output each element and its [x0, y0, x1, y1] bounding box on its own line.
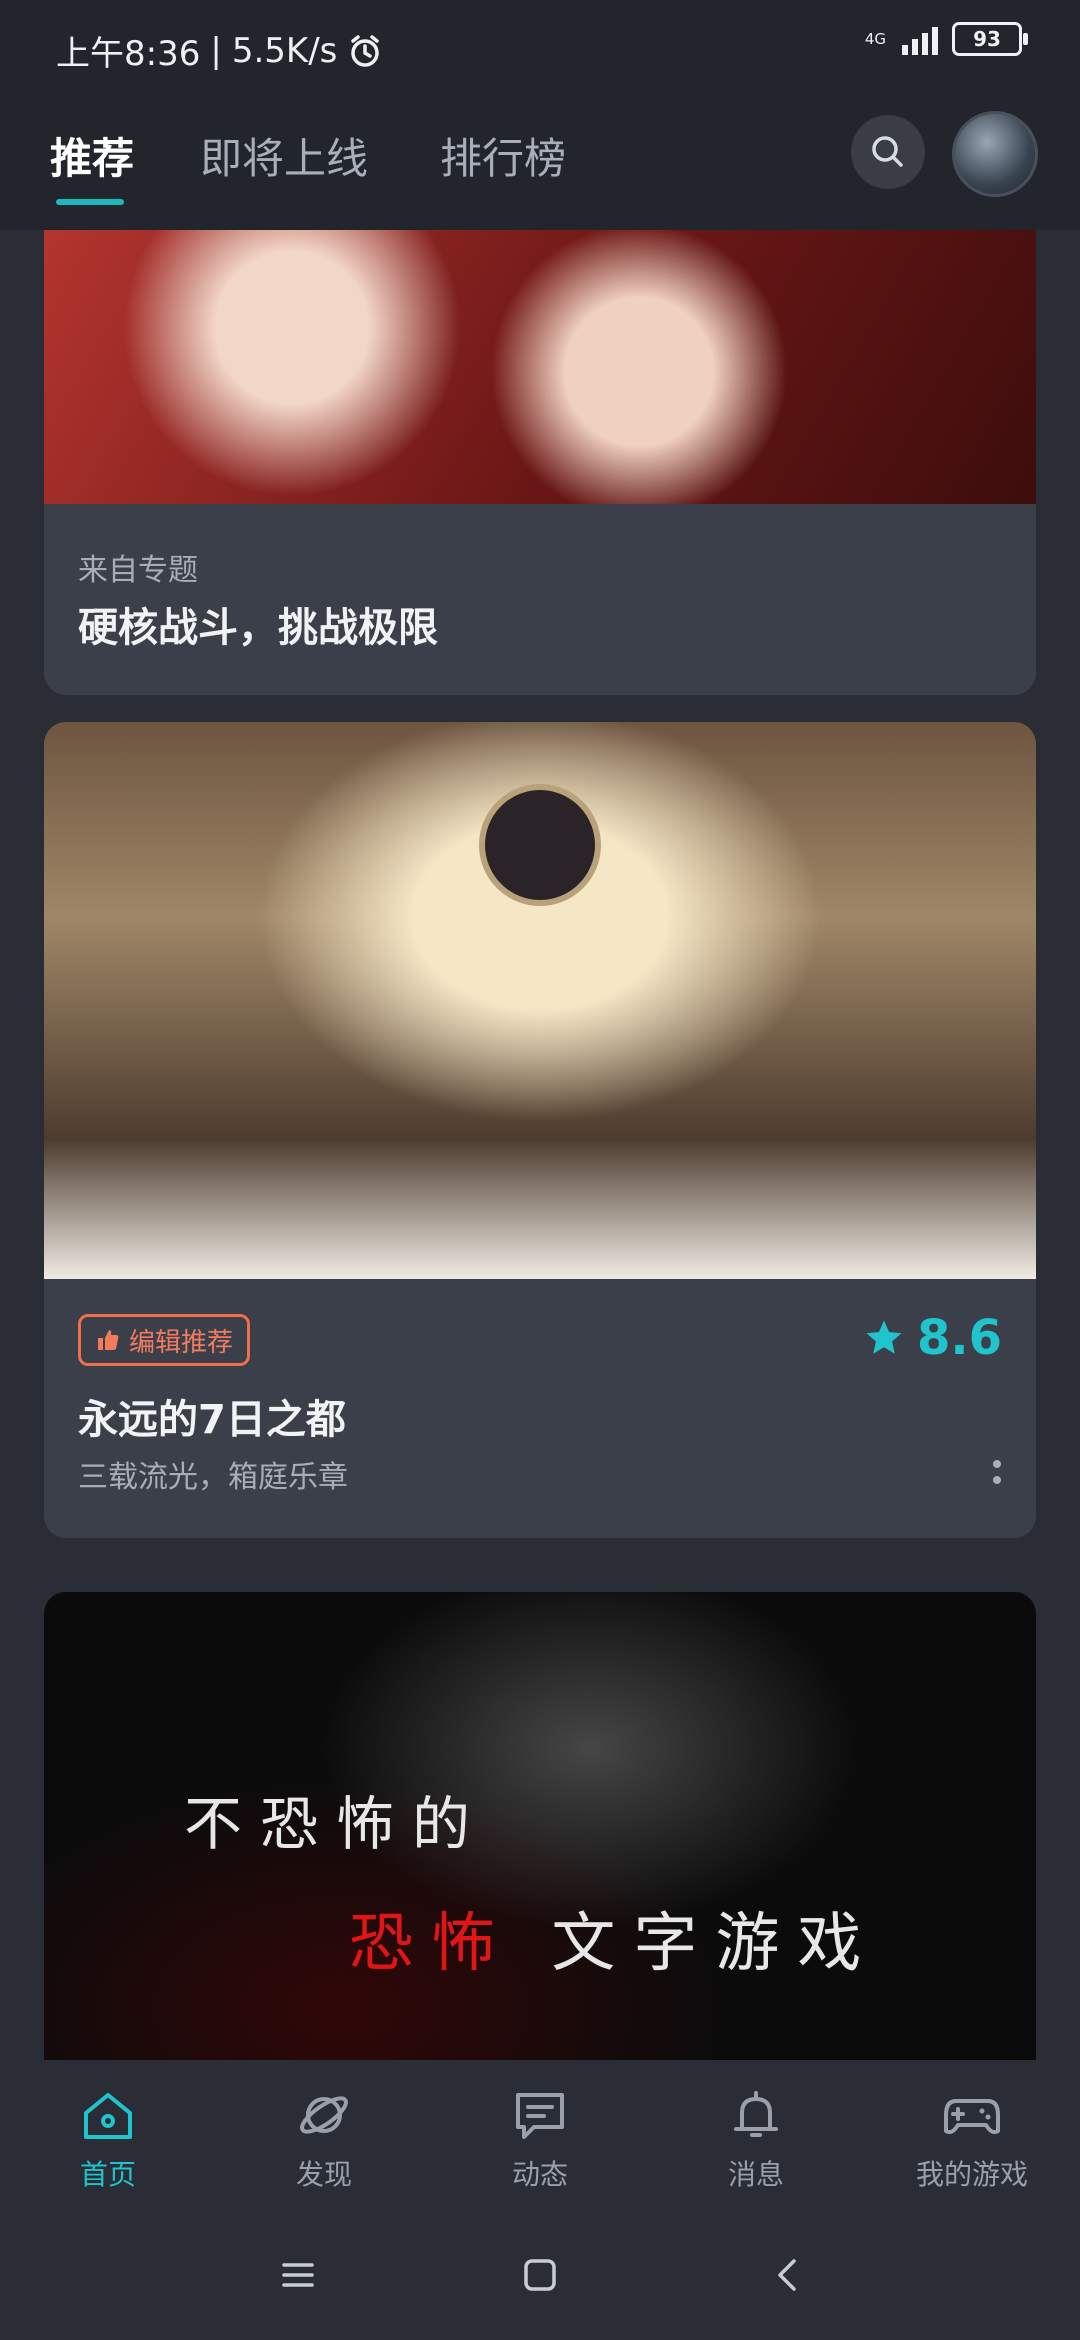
- search-icon: [872, 136, 903, 167]
- battery-level: 93: [973, 27, 1001, 51]
- nav-feed-label: 动态: [511, 2158, 568, 2191]
- nav-messages[interactable]: 消息: [686, 2085, 826, 2193]
- chat-icon: [516, 2093, 564, 2139]
- more-dot-icon: [993, 1476, 1001, 1484]
- bell-icon: [734, 2091, 778, 2137]
- search-button[interactable]: [851, 115, 925, 189]
- status-left: 上午8:36 | 5.5K/s: [56, 26, 383, 75]
- signal-icon: [902, 23, 938, 55]
- active-tab-indicator: [56, 199, 124, 205]
- status-right: 4G 93: [864, 22, 1028, 56]
- topic-title: 硬核战斗，挑战极限: [78, 605, 438, 651]
- star-icon: [866, 1320, 902, 1354]
- editor-pick-badge: 编辑推荐: [78, 1314, 251, 1366]
- nav-feed[interactable]: 动态: [470, 2085, 610, 2193]
- feed[interactable]: 来自专题 硬核战斗，挑战极限 编辑推荐 8.6 永远的7日之都 三载流光，箱庭乐…: [0, 230, 1080, 2060]
- status-net-speed: 5.5K/s: [231, 30, 338, 71]
- status-bar: 上午8:36 | 5.5K/s 4G 93: [0, 0, 1080, 95]
- status-divider: |: [210, 30, 222, 71]
- game-card[interactable]: 编辑推荐 8.6 永远的7日之都 三载流光，箱庭乐章: [44, 722, 1036, 1538]
- gamepad-icon: [944, 2099, 1000, 2135]
- top-nav: 推荐 即将上线 排行榜: [0, 95, 1080, 230]
- chevron-left-icon: [778, 2259, 796, 2291]
- banner-line2: 恐怖 文字游戏: [349, 1892, 879, 1984]
- game-description: 三载流光，箱庭乐章: [78, 1460, 348, 1495]
- topic-card-image: [44, 230, 1036, 504]
- editor-pick-label: 编辑推荐: [129, 1327, 234, 1358]
- banner-image: 不恐怖的 恐怖 文字游戏: [44, 1592, 1036, 2060]
- topic-card[interactable]: 来自专题 硬核战斗，挑战极限: [44, 230, 1036, 695]
- network-type: 4G: [864, 30, 886, 48]
- planet-icon: [300, 2096, 348, 2134]
- banner-card[interactable]: 不恐怖的 恐怖 文字游戏: [44, 1592, 1036, 2060]
- nav-my-games-label: 我的游戏: [915, 2158, 1028, 2191]
- back-button[interactable]: [768, 2255, 808, 2299]
- recent-apps-button[interactable]: [278, 2255, 318, 2299]
- game-emblem-image: [479, 784, 601, 906]
- alarm-icon: [351, 34, 380, 67]
- game-title: 永远的7日之都: [78, 1397, 346, 1443]
- tab-recommend[interactable]: 推荐: [50, 125, 134, 186]
- square-icon: [524, 2259, 556, 2291]
- nav-discover-label: 发现: [295, 2158, 352, 2191]
- thumbs-up-icon: [98, 1330, 119, 1350]
- menu-icon: [282, 2263, 314, 2287]
- banner-line2-red: 恐怖: [349, 1907, 513, 1981]
- nav-messages-label: 消息: [727, 2158, 784, 2191]
- rating-value: 8.6: [916, 1310, 1002, 1366]
- nav-discover[interactable]: 发现: [254, 2085, 394, 2193]
- more-dot-icon: [993, 1460, 1001, 1468]
- nav-my-games[interactable]: 我的游戏: [902, 2085, 1042, 2193]
- topic-source-label: 来自专题: [78, 553, 198, 588]
- battery-icon: 93: [952, 22, 1028, 56]
- avatar[interactable]: [952, 111, 1038, 197]
- system-nav-bar: [0, 2210, 1080, 2340]
- nav-home[interactable]: 首页: [38, 2085, 178, 2193]
- game-card-image: [44, 722, 1036, 1279]
- tab-upcoming[interactable]: 即将上线: [200, 125, 368, 186]
- bottom-nav: 首页 发现 动态 消息 我的游戏: [0, 2060, 1080, 2210]
- nav-home-label: 首页: [79, 2158, 136, 2191]
- banner-line1: 不恐怖的: [184, 1790, 489, 1858]
- home-system-button[interactable]: [520, 2255, 560, 2299]
- game-rating: 8.6: [863, 1310, 1002, 1366]
- banner-line2-white: 文字游戏: [551, 1907, 880, 1981]
- home-icon: [84, 2093, 132, 2139]
- status-time: 上午8:36: [56, 34, 201, 74]
- more-options-button[interactable]: [992, 1460, 1002, 1484]
- tab-rankings[interactable]: 排行榜: [440, 125, 566, 186]
